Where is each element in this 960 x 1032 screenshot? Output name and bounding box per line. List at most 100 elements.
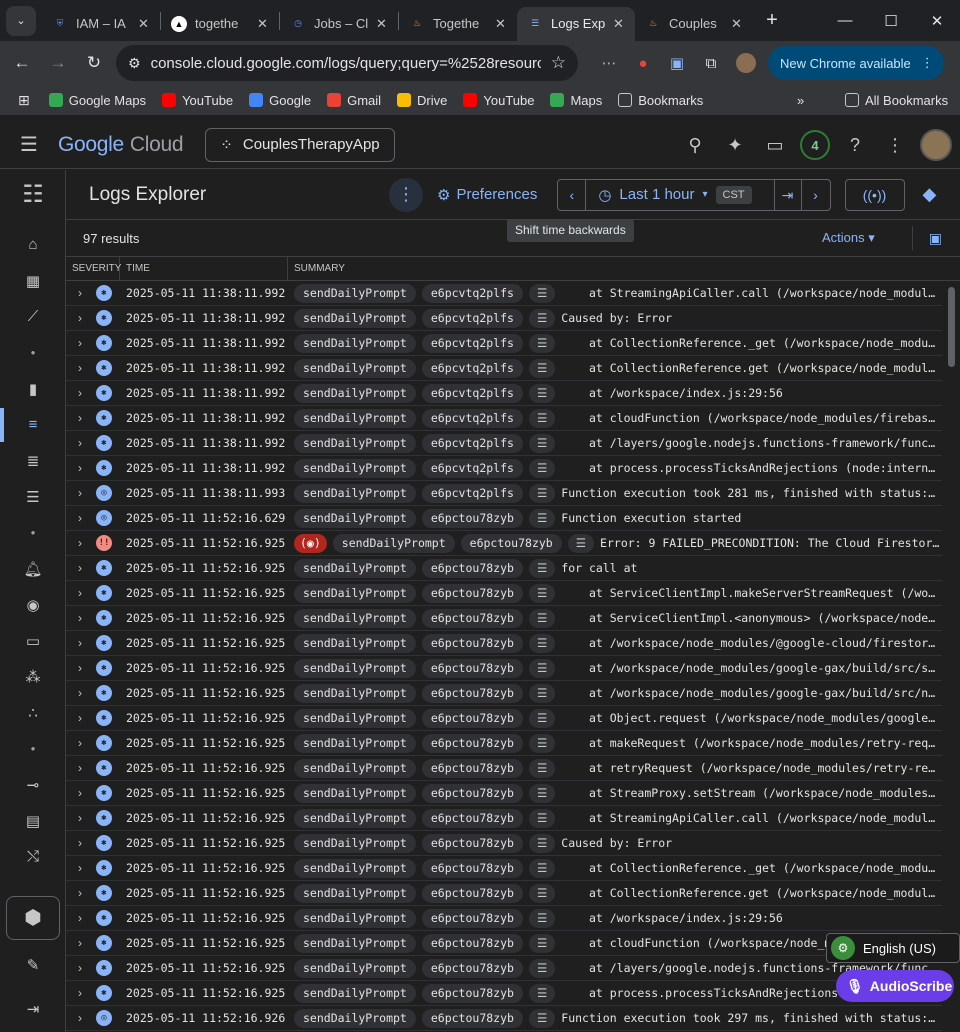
expand-chevron-icon[interactable]: ›: [66, 511, 94, 525]
function-name-chip[interactable]: sendDailyPrompt: [294, 708, 416, 728]
close-tab-icon[interactable]: ✕: [138, 16, 150, 32]
tab-4[interactable]: ☰ Logs Exp ✕: [517, 6, 635, 41]
log-row[interactable]: › ✱ 2025-05-11 11:52:16.925 sendDailyPrompt…: [66, 931, 942, 956]
log-row[interactable]: › ✱ 2025-05-11 11:52:16.925 sendDailyPrompt…: [66, 881, 942, 906]
function-name-chip[interactable]: sendDailyPrompt: [294, 558, 416, 578]
minimize-button[interactable]: —: [822, 0, 868, 41]
execution-id-chip[interactable]: e6pctou78zyb: [421, 583, 523, 603]
execution-id-chip[interactable]: e6pctou78zyb: [421, 633, 523, 653]
back-button[interactable]: ←: [4, 53, 40, 73]
execution-id-chip[interactable]: e6pctou78zyb: [460, 533, 562, 553]
function-name-chip[interactable]: sendDailyPrompt: [294, 883, 416, 903]
log-row[interactable]: › ✱ 2025-05-11 11:52:16.925 sendDailyPrompt…: [66, 856, 942, 881]
execution-id-chip[interactable]: e6pctou78zyb: [421, 983, 523, 1003]
execution-id-chip[interactable]: e6pctou78zyb: [421, 683, 523, 703]
log-fields-icon[interactable]: ☰: [528, 958, 556, 978]
function-name-chip[interactable]: sendDailyPrompt: [294, 908, 416, 928]
log-fields-icon[interactable]: ☰: [528, 283, 556, 303]
execution-id-chip[interactable]: e6pcvtq2plfs: [421, 483, 523, 503]
forward-button[interactable]: →: [40, 53, 76, 73]
execution-id-chip[interactable]: e6pctou78zyb: [421, 733, 523, 753]
expand-chevron-icon[interactable]: ›: [66, 311, 94, 325]
expand-chevron-icon[interactable]: ›: [66, 711, 94, 725]
execution-id-chip[interactable]: e6pctou78zyb: [421, 608, 523, 628]
close-tab-icon[interactable]: ✕: [731, 16, 743, 32]
extension-grid-icon[interactable]: ⋯: [592, 54, 626, 72]
new-tab-button[interactable]: +: [757, 9, 787, 32]
shift-back-button[interactable]: ‹: [558, 179, 587, 210]
log-fields-icon[interactable]: ☰: [528, 1008, 556, 1028]
audioscribe-button[interactable]: 🎙︎ AudioScribe: [836, 970, 954, 1002]
function-name-chip[interactable]: sendDailyPrompt: [294, 408, 416, 428]
tab-0[interactable]: ⛨ IAM – IA ✕: [42, 7, 160, 41]
actions-menu[interactable]: Actions ▾: [822, 230, 875, 246]
execution-id-chip[interactable]: e6pctou78zyb: [421, 758, 523, 778]
expand-chevron-icon[interactable]: ›: [66, 436, 94, 450]
bookmark-item[interactable]: YouTube: [458, 93, 539, 108]
execution-id-chip[interactable]: e6pctou78zyb: [421, 808, 523, 828]
help-icon[interactable]: ?: [840, 135, 870, 156]
function-name-chip[interactable]: sendDailyPrompt: [294, 458, 416, 478]
log-row[interactable]: › ✱ 2025-05-11 11:38:11.992 sendDailyPrompt…: [66, 281, 942, 306]
apps-grid-icon[interactable]: ⊞: [18, 92, 30, 109]
execution-id-chip[interactable]: e6pcvtq2plfs: [421, 308, 523, 328]
cloud-shell-icon[interactable]: ▭: [760, 135, 790, 156]
log-fields-icon[interactable]: ☰: [528, 458, 556, 478]
execution-id-chip[interactable]: e6pcvtq2plfs: [421, 383, 523, 403]
expand-chevron-icon[interactable]: ›: [66, 661, 94, 675]
function-name-chip[interactable]: sendDailyPrompt: [294, 658, 416, 678]
scroll-thumb[interactable]: [948, 287, 955, 367]
log-row[interactable]: › ✱ 2025-05-11 11:52:16.925 sendDailyPrompt…: [66, 656, 942, 681]
expand-chevron-icon[interactable]: ›: [66, 636, 94, 650]
execution-id-chip[interactable]: e6pcvtq2plfs: [421, 458, 523, 478]
close-tab-icon[interactable]: ✕: [613, 16, 625, 32]
log-row[interactable]: › ✱ 2025-05-11 11:52:16.925 sendDailyPrompt…: [66, 906, 942, 931]
site-info-icon[interactable]: ⚙: [128, 55, 141, 72]
log-fields-icon[interactable]: ☰: [528, 658, 556, 678]
log-row[interactable]: › ✱ 2025-05-11 11:52:16.925 sendDailyPrompt…: [66, 781, 942, 806]
google-cloud-logo[interactable]: Google Cloud: [58, 133, 184, 157]
log-row[interactable]: › ✱ 2025-05-11 11:52:16.925 sendDailyPrompt…: [66, 706, 942, 731]
expand-chevron-icon[interactable]: ›: [66, 361, 94, 375]
execution-id-chip[interactable]: e6pctou78zyb: [421, 833, 523, 853]
log-fields-icon[interactable]: ☰: [528, 908, 556, 928]
gemini-icon[interactable]: ✦: [720, 135, 750, 156]
expand-chevron-icon[interactable]: ›: [66, 861, 94, 875]
preferences-button[interactable]: ⚙ Preferences: [437, 186, 537, 204]
expand-chevron-icon[interactable]: ›: [66, 886, 94, 900]
execution-id-chip[interactable]: e6pcvtq2plfs: [421, 333, 523, 353]
log-row[interactable]: › ✱ 2025-05-11 11:38:11.992 sendDailyPrompt…: [66, 331, 942, 356]
log-fields-icon[interactable]: ☰: [528, 858, 556, 878]
log-fields-icon[interactable]: ☰: [567, 533, 595, 553]
expand-chevron-icon[interactable]: ›: [66, 786, 94, 800]
log-fields-icon[interactable]: ☰: [528, 808, 556, 828]
home-icon[interactable]: ⌂: [0, 236, 66, 253]
new-chrome-available-button[interactable]: New Chrome available ⋮: [768, 46, 944, 80]
function-name-chip[interactable]: sendDailyPrompt: [294, 333, 416, 353]
log-fields-icon[interactable]: ☰: [528, 483, 556, 503]
expand-chevron-icon[interactable]: ›: [66, 336, 94, 350]
graph-icon[interactable]: ⁂: [0, 668, 66, 686]
log-fields-icon[interactable]: ☰: [528, 708, 556, 728]
expand-chevron-icon[interactable]: ›: [66, 761, 94, 775]
log-row[interactable]: › ✱ 2025-05-11 11:38:11.992 sendDailyPrompt…: [66, 406, 942, 431]
execution-id-chip[interactable]: e6pctou78zyb: [421, 558, 523, 578]
shift-forward-button[interactable]: ›: [802, 180, 830, 210]
address-bar[interactable]: ⚙ console.cloud.google.com/logs/query;qu…: [116, 45, 578, 81]
all-bookmarks[interactable]: All Bookmarks: [840, 93, 953, 108]
execution-id-chip[interactable]: e6pcvtq2plfs: [421, 433, 523, 453]
expand-chevron-icon[interactable]: ›: [66, 486, 94, 500]
close-tab-icon[interactable]: ✕: [376, 16, 388, 32]
log-row[interactable]: › ✱ 2025-05-11 11:52:16.925 sendDailyPrompt…: [66, 631, 942, 656]
log-fields-icon[interactable]: ☰: [528, 933, 556, 953]
execution-id-chip[interactable]: e6pcvtq2plfs: [421, 283, 523, 303]
log-fields-icon[interactable]: ☰: [528, 758, 556, 778]
tab-3[interactable]: ♨ Togethe ✕: [399, 7, 517, 41]
table-icon[interactable]: ▤: [0, 812, 66, 830]
log-fields-icon[interactable]: ☰: [528, 783, 556, 803]
log-fields-icon[interactable]: ☰: [528, 408, 556, 428]
bookmark-item[interactable]: Maps: [545, 93, 607, 108]
bookmark-item[interactable]: Google Maps: [44, 93, 151, 108]
function-name-chip[interactable]: sendDailyPrompt: [294, 1008, 416, 1028]
log-fields-icon[interactable]: ☰: [528, 833, 556, 853]
